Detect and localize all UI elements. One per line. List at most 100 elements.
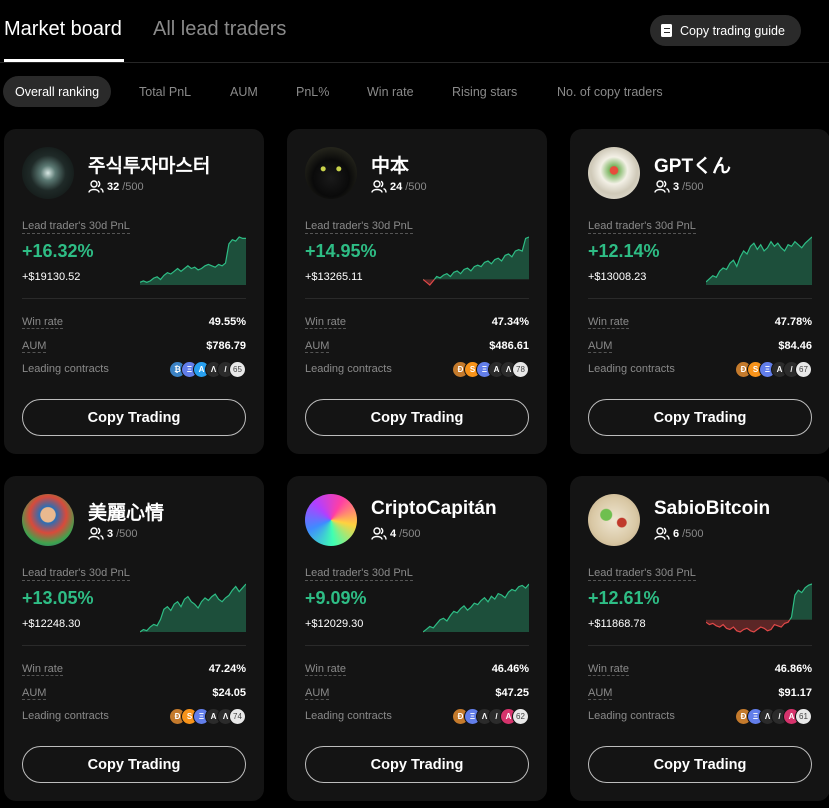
trader-name[interactable]: CriptoCapitán [371, 498, 497, 520]
win-rate-value: 46.86% [774, 663, 812, 675]
trader-name[interactable]: 주식투자마스터 [88, 151, 210, 178]
leading-contracts-icons: ₿ Ξ A Λ/65 [169, 361, 246, 378]
copy-trading-guide-button[interactable]: Copy trading guide [650, 15, 801, 46]
trader-avatar[interactable] [588, 494, 640, 546]
pnl-sparkline [706, 583, 812, 633]
trader-card[interactable]: GPTくん 3/500 Lead trader's 30d PnL +12.14… [570, 129, 829, 454]
trader-name[interactable]: GPTくん [654, 151, 731, 178]
trader-avatar[interactable] [305, 147, 357, 199]
filter-total-pnl[interactable]: Total PnL [139, 76, 191, 107]
copiers-count: 6/500 [654, 527, 704, 540]
filter-overall-ranking[interactable]: Overall ranking [3, 76, 112, 107]
trader-name[interactable]: SabioBitcoin [654, 498, 770, 520]
aum-value: $47.25 [495, 687, 529, 699]
copiers-value: 3 [673, 180, 680, 193]
pnl-label: Lead trader's 30d PnL [305, 220, 413, 234]
leading-contracts-label: Leading contracts [588, 363, 675, 375]
win-rate-label: Win rate [305, 316, 346, 329]
aum-label: AUM [588, 340, 613, 353]
divider [22, 645, 246, 646]
copiers-count: 4/500 [371, 527, 421, 540]
trader-card[interactable]: 中本 24/500 Lead trader's 30d PnL +14.95% … [287, 129, 547, 454]
pnl-percent: +13.05% [22, 588, 94, 608]
aum-value: $786.79 [206, 340, 246, 352]
copiers-count: 3/500 [654, 180, 704, 193]
pnl-amount: +$12248.30 [22, 618, 81, 630]
pnl-sparkline [140, 583, 246, 633]
copiers-count: 3/500 [88, 527, 138, 540]
divider [305, 298, 529, 299]
aum-value: $84.46 [778, 340, 812, 352]
trader-avatar[interactable] [22, 147, 74, 199]
pnl-amount: +$13008.23 [588, 271, 647, 283]
copy-trading-button[interactable]: Copy Trading [588, 399, 812, 436]
guide-button-label: Copy trading guide [680, 23, 785, 38]
copy-trading-button[interactable]: Copy Trading [305, 399, 529, 436]
leading-contracts-label: Leading contracts [305, 710, 392, 722]
copy-trading-button[interactable]: Copy Trading [305, 746, 529, 783]
trader-card[interactable]: SabioBitcoin 6/500 Lead trader's 30d PnL… [570, 476, 829, 801]
win-rate-label: Win rate [22, 663, 63, 676]
divider [22, 298, 246, 299]
win-rate-value: 47.24% [208, 663, 246, 675]
copy-trading-button[interactable]: Copy Trading [22, 399, 246, 436]
leading-contracts-icons: Ð S Ξ A/67 [735, 361, 812, 378]
win-rate-label: Win rate [22, 316, 63, 329]
win-rate-label: Win rate [588, 663, 629, 676]
pnl-amount: +$19130.52 [22, 271, 81, 283]
users-icon [371, 527, 387, 540]
trader-name[interactable]: 美麗心情 [88, 498, 164, 525]
win-rate-value: 47.78% [774, 316, 812, 328]
filter-aum[interactable]: AUM [230, 76, 258, 107]
win-rate-value: 49.55% [208, 316, 246, 328]
filter-copy-traders-count[interactable]: No. of copy traders [557, 76, 663, 107]
copiers-count: 24/500 [371, 180, 427, 193]
copiers-count: 32/500 [88, 180, 144, 193]
filter-pnl-pct[interactable]: PnL% [296, 76, 329, 107]
tab-all-lead-traders[interactable]: All lead traders [153, 18, 286, 41]
pnl-sparkline [423, 236, 529, 286]
pnl-sparkline [423, 583, 529, 633]
leading-contracts-icons: Ð Ξ Λ / A 62 [452, 708, 529, 725]
pnl-sparkline [140, 236, 246, 285]
aum-label: AUM [22, 687, 47, 700]
win-rate-value: 46.46% [491, 663, 529, 675]
trader-name[interactable]: 中本 [371, 151, 409, 178]
aum-value: $486.61 [489, 340, 529, 352]
trader-avatar[interactable] [22, 494, 74, 546]
leading-contracts-label: Leading contracts [22, 363, 109, 375]
copiers-capacity: /500 [399, 527, 421, 540]
divider [588, 298, 812, 299]
more-contracts-count: 74 [229, 708, 246, 725]
trader-card[interactable]: CriptoCapitán 4/500 Lead trader's 30d Pn… [287, 476, 547, 801]
trader-card[interactable]: 美麗心情 3/500 Lead trader's 30d PnL +13.05%… [4, 476, 264, 801]
trader-card[interactable]: 주식투자마스터 32/500 Lead trader's 30d PnL +16… [4, 129, 264, 454]
pnl-percent: +14.95% [305, 241, 377, 261]
copiers-value: 24 [390, 180, 403, 193]
users-icon [654, 527, 670, 540]
copy-trading-button[interactable]: Copy Trading [588, 746, 812, 783]
users-icon [654, 180, 670, 193]
top-tab-bar: Market board All lead traders Copy tradi… [0, 0, 829, 63]
filter-rising-stars[interactable]: Rising stars [452, 76, 517, 107]
trader-avatar[interactable] [588, 147, 640, 199]
win-rate-label: Win rate [588, 316, 629, 329]
aum-label: AUM [305, 340, 330, 353]
pnl-label: Lead trader's 30d PnL [588, 567, 696, 581]
copy-trading-button[interactable]: Copy Trading [22, 746, 246, 783]
filter-win-rate[interactable]: Win rate [367, 76, 414, 107]
tab-market-board[interactable]: Market board [4, 18, 122, 41]
pnl-percent: +12.14% [588, 241, 660, 261]
copiers-capacity: /500 [122, 180, 144, 193]
more-contracts-count: 65 [229, 361, 246, 378]
pnl-label: Lead trader's 30d PnL [305, 567, 413, 581]
copiers-capacity: /500 [682, 527, 704, 540]
aum-value: $91.17 [778, 687, 812, 699]
copiers-value: 32 [107, 180, 120, 193]
document-icon [661, 24, 672, 37]
sparkline-positive-area [706, 237, 812, 285]
copiers-capacity: /500 [116, 527, 138, 540]
pnl-label: Lead trader's 30d PnL [22, 220, 130, 234]
pnl-amount: +$13265.11 [305, 271, 363, 283]
trader-avatar[interactable] [305, 494, 357, 546]
